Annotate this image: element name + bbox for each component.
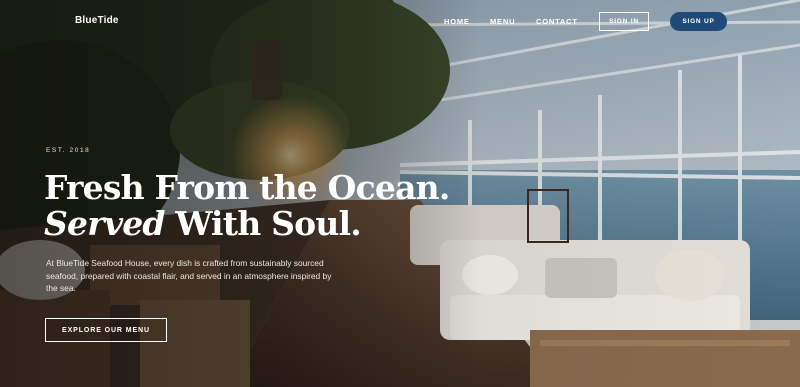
hero-description: At BlueTide Seafood House, every dish is…	[46, 258, 332, 294]
sign-up-button[interactable]: SIGN UP	[670, 12, 727, 31]
hero-eyebrow: EST. 2018	[46, 147, 91, 154]
brand-logo[interactable]: BlueTide	[75, 15, 119, 26]
nav-link-contact[interactable]: CONTACT	[536, 17, 578, 26]
nav-link-home[interactable]: HOME	[444, 17, 470, 26]
headline-emphasis: Served	[44, 204, 165, 243]
headline-line-2: With Soul.	[164, 204, 361, 243]
sign-in-button[interactable]: SIGN IN	[599, 12, 649, 31]
hero-headline: Fresh From the Ocean. Served With Soul.	[44, 170, 464, 242]
hero-section: BlueTide HOME MENU CONTACT SIGN IN SIGN …	[0, 0, 800, 387]
nav-link-menu[interactable]: MENU	[490, 17, 515, 26]
explore-menu-button[interactable]: EXPLORE OUR MENU	[45, 318, 167, 342]
headline-line-1: Fresh From the Ocean.	[44, 168, 450, 207]
top-navbar: BlueTide HOME MENU CONTACT SIGN IN SIGN …	[0, 0, 800, 44]
